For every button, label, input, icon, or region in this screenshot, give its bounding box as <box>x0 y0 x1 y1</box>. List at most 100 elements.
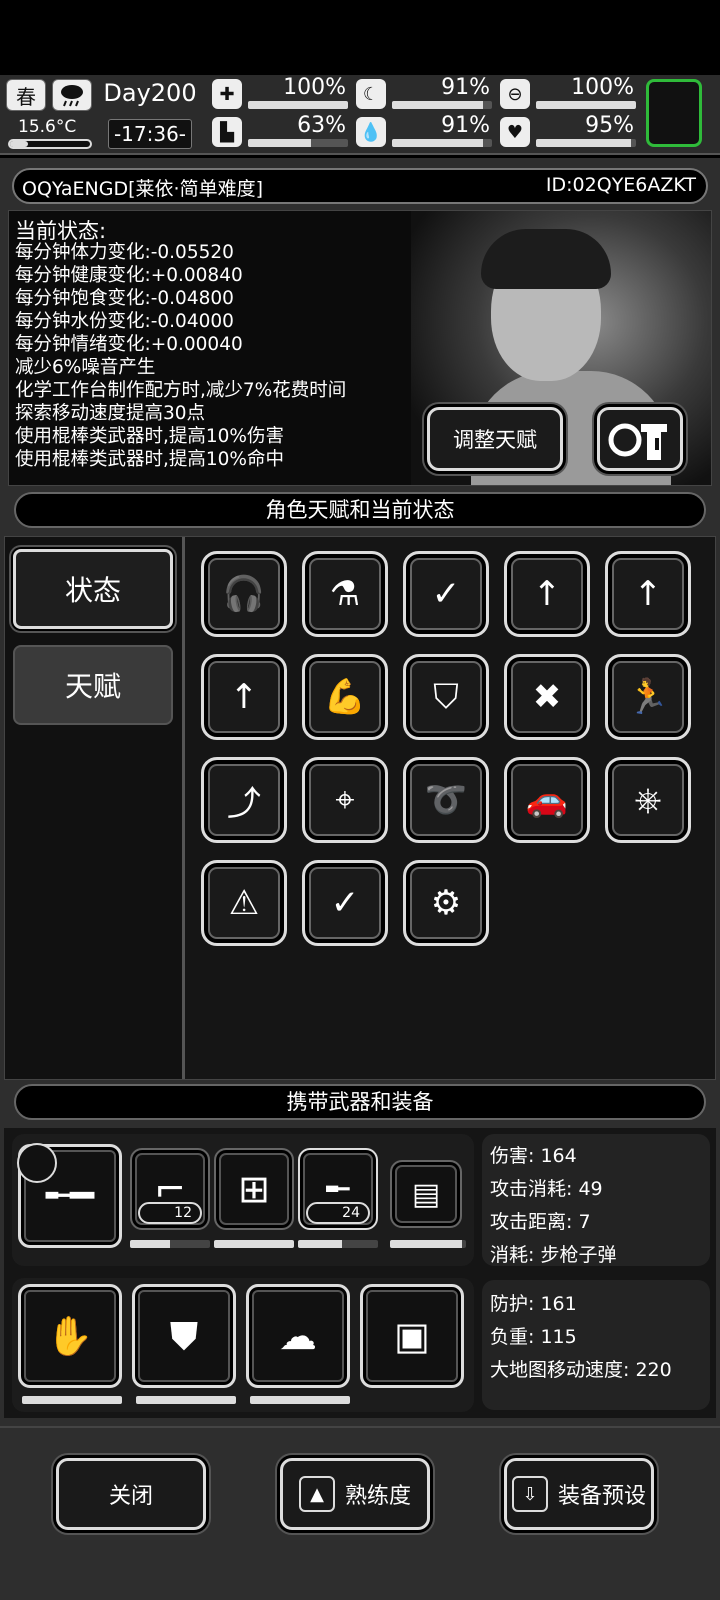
status-line: 化学工作台制作配方时,减少7%花费时间 <box>15 380 347 401</box>
rifle-slot[interactable]: ╾ 24 <box>298 1148 378 1230</box>
talent-icon: 🏃 <box>626 677 670 717</box>
talent-tile[interactable]: 🚗 <box>504 757 590 843</box>
boot-icon: ▙ <box>212 117 242 147</box>
talent-tile[interactable]: ↑ <box>504 551 590 637</box>
character-id: ID:02QYE6AZKT <box>545 174 696 196</box>
health-value: 100% <box>283 75 346 100</box>
talent-tile[interactable]: ↑ <box>201 654 287 740</box>
character-panel: OQYaENGD[莱依·简单难度] ID:02QYE6AZKT 当前状态: 每分… <box>0 158 720 1600</box>
talent-icon: ⎈ <box>634 780 662 820</box>
talent-tile[interactable]: ⚗ <box>302 551 388 637</box>
talent-tile[interactable]: ⎈ <box>605 757 691 843</box>
medkit-icon: ✚ <box>212 79 242 109</box>
status-line: 使用棍棒类武器时,提高10%命中 <box>15 449 285 470</box>
shield-item-icon: ▤ <box>411 1176 441 1212</box>
backpack-slot[interactable]: ▣ <box>360 1284 464 1388</box>
talent-tile[interactable]: ⚙ <box>403 860 489 946</box>
net-slot[interactable]: ⊞ <box>214 1148 294 1230</box>
tab-status[interactable]: 状态 <box>13 549 173 629</box>
temperature-readout: 15.6°C <box>18 117 77 137</box>
shield-slot[interactable]: ▤ <box>390 1160 462 1228</box>
proficiency-button[interactable]: ▲ 熟练度 <box>280 1458 430 1530</box>
talent-tile[interactable]: ✖ <box>504 654 590 740</box>
status-line: 每分钟体力变化:-0.05520 <box>15 242 234 263</box>
talent-tile[interactable]: ✓ <box>403 551 489 637</box>
status-line: 每分钟饱食变化:-0.04800 <box>15 288 234 309</box>
season-badge: 春 <box>6 79 46 111</box>
foot-value: 63% <box>297 113 346 138</box>
primary-weapon-slot[interactable]: ╾━ <box>17 1143 122 1248</box>
mood-bar <box>536 139 636 147</box>
character-namebar: OQYaENGD[莱依·简单难度] ID:02QYE6AZKT <box>12 168 708 204</box>
talent-tile[interactable]: ⚠ <box>201 860 287 946</box>
thirst-value: 91% <box>441 113 490 138</box>
talent-icon: ⌖ <box>335 780 355 820</box>
pistol-slot[interactable]: ⌐ 12 <box>130 1148 210 1230</box>
hunger-stat: ☾ 91% <box>356 75 494 113</box>
armor-stat-line: 防护: 161 <box>490 1293 577 1315</box>
talent-icon: ➰ <box>424 780 468 820</box>
talent-tile[interactable]: ↑ <box>605 551 691 637</box>
talent-tile[interactable]: ➰ <box>403 757 489 843</box>
health-stat: ✚ 100% <box>212 75 350 113</box>
heart-icon: ♥ <box>500 117 530 147</box>
water-drop-icon: 💧 <box>356 117 386 147</box>
talent-icon: ✓ <box>431 574 461 614</box>
preset-icon: ⇩ <box>511 1476 548 1512</box>
stamina-value: 100% <box>571 75 634 100</box>
outfit-swap-icon <box>608 423 667 460</box>
close-button[interactable]: 关闭 <box>56 1458 206 1530</box>
talent-area: 状态 天赋 🎧 ⚗ ✓ ↑ ↑ ↑ 💪 ⛉ ✖ 🏃 ⤴ ⌖ ➰ 🚗 ⎈ ⚠ ✓ ⚙ <box>4 536 716 1080</box>
weapons-row: ╾━ ⌐ 12 ⊞ ╾ 24 ▤ <box>12 1134 474 1266</box>
health-bar <box>248 101 348 109</box>
talent-section-header: 角色天赋和当前状态 <box>14 492 706 528</box>
tab-talent[interactable]: 天赋 <box>13 645 173 725</box>
talent-icon: ✓ <box>330 883 360 923</box>
rain-cloud-icon <box>52 79 92 111</box>
change-outfit-button[interactable] <box>597 407 683 471</box>
talent-icon: ↑ <box>532 574 562 614</box>
adjust-talent-button[interactable]: 调整天赋 <box>427 407 563 471</box>
weapon-stat-line: 伤害: 164 <box>490 1145 577 1167</box>
foot-stat: ▙ 63% <box>212 113 350 151</box>
stomach-icon: ☾ <box>356 79 386 109</box>
status-line: 每分钟健康变化:+0.00840 <box>15 265 243 286</box>
talent-icon: ⚗ <box>329 574 361 614</box>
talent-icon: ⛉ <box>433 677 459 717</box>
rifle-ammo: 24 <box>306 1202 370 1224</box>
durability-bar <box>250 1396 350 1404</box>
durability-bar <box>390 1240 466 1248</box>
talent-tile[interactable]: ⌖ <box>302 757 388 843</box>
coat-slot[interactable]: ⛊ <box>132 1284 236 1388</box>
gloves-slot[interactable]: ✋ <box>18 1284 122 1388</box>
talent-tile[interactable]: 🎧 <box>201 551 287 637</box>
equipment-area: ╾━ ⌐ 12 ⊞ ╾ 24 ▤ 伤害: 164 攻击消耗: 49 攻击距离: … <box>4 1128 716 1418</box>
talent-tile[interactable]: 💪 <box>302 654 388 740</box>
talent-icon: 🎧 <box>222 574 266 614</box>
armor-stat-line: 负重: 115 <box>490 1326 577 1348</box>
talent-tile[interactable]: ⛉ <box>403 654 489 740</box>
minimap-button[interactable] <box>646 79 702 147</box>
hunger-value: 91% <box>441 75 490 100</box>
talent-icon: ⚙ <box>430 883 462 923</box>
net-icon: ⊞ <box>238 1167 270 1211</box>
talent-tile[interactable]: ✓ <box>302 860 388 946</box>
weapon-stat-line: 消耗: 步枪子弹 <box>490 1244 617 1266</box>
foot-bar <box>248 139 348 147</box>
durability-bar <box>22 1396 122 1404</box>
mood-stat: ♥ 95% <box>500 113 638 151</box>
mood-value: 95% <box>585 113 634 138</box>
talent-tile[interactable]: 🏃 <box>605 654 691 740</box>
weapon-stat-line: 攻击消耗: 49 <box>490 1178 603 1200</box>
durability-bar <box>214 1240 294 1248</box>
backpack-icon: ▣ <box>394 1314 430 1358</box>
talent-tile[interactable]: ⤴ <box>201 757 287 843</box>
season-label: 春 <box>16 84 36 109</box>
equipment-preset-button[interactable]: ⇩ 装备预设 <box>504 1458 654 1530</box>
hat-slot[interactable]: ☁ <box>246 1284 350 1388</box>
stamina-stat: ⊖ 100% <box>500 75 638 113</box>
temperature-bar <box>8 139 92 149</box>
weapon-mode-icon[interactable] <box>17 1143 57 1183</box>
thirst-stat: 💧 91% <box>356 113 494 151</box>
hunger-bar <box>392 101 492 109</box>
